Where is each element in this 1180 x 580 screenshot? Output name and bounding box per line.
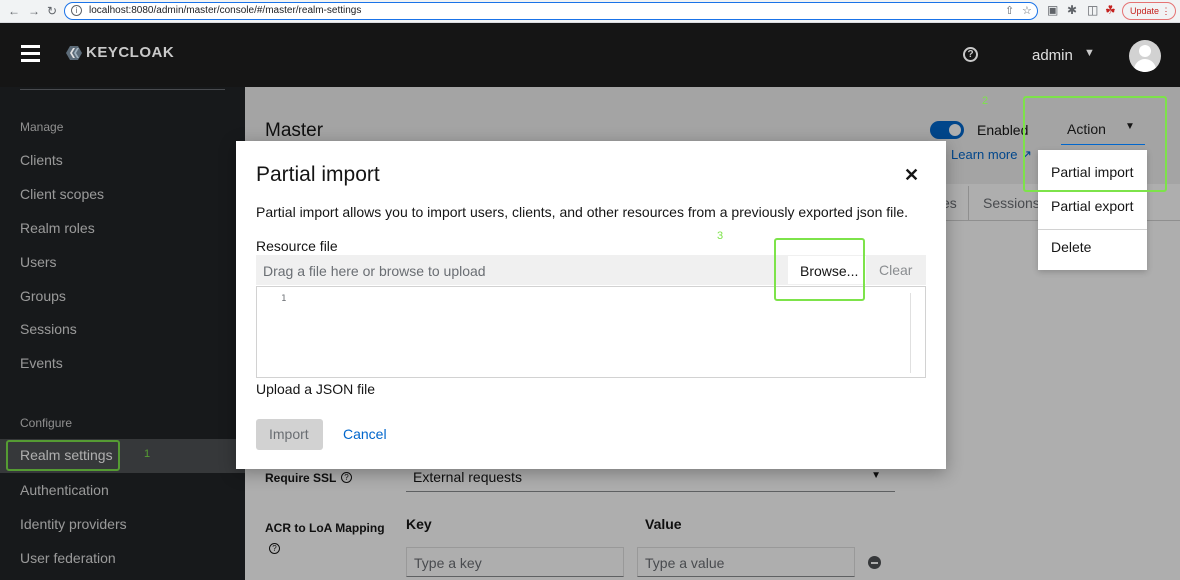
browser-toolbar: ← → ↻ i localhost:8080/admin/master/cons… [0,0,1180,23]
partial-import-modal: Partial import ✕ Partial import allows y… [236,141,946,469]
annotation-highlight-action [1023,96,1167,192]
share-icon[interactable]: ⇧ [1005,4,1014,17]
update-label: Update [1130,6,1160,16]
modal-description: Partial import allows you to import user… [256,204,909,220]
chevron-down-icon[interactable]: ▼ [1084,47,1095,59]
menu-item-partial-export[interactable]: Partial export [1051,198,1133,214]
annotation-2: 2 [982,95,989,107]
clear-button[interactable]: Clear [879,262,912,278]
close-icon[interactable]: ✕ [904,165,919,186]
help-icon[interactable]: ? [963,47,978,62]
import-button[interactable]: Import [256,419,323,450]
bookmark-star-icon[interactable]: ☆ [1022,4,1032,17]
forward-icon[interactable]: → [28,4,40,18]
avatar[interactable] [1129,40,1161,72]
annotation-highlight-browse [774,238,865,301]
browser-update-button[interactable]: Update ⋮ [1122,2,1176,20]
camera-icon[interactable]: ▣ [1047,3,1058,17]
back-icon[interactable]: ← [8,4,20,18]
menu-divider [1038,229,1147,230]
address-url: localhost:8080/admin/master/console/#/ma… [89,5,362,16]
resource-file-label: Resource file [256,238,338,254]
file-upload-placeholder: Drag a file here or browse to upload [263,263,486,279]
menu-item-delete[interactable]: Delete [1051,239,1091,255]
logo-text: KEYCLOAK [86,44,175,61]
editor-scrollbar[interactable] [910,293,911,373]
hamburger-menu-icon[interactable] [21,45,40,66]
cancel-button[interactable]: Cancel [343,426,387,442]
upload-helper-text: Upload a JSON file [256,381,376,397]
profile-extension-icon[interactable]: ☘ [1105,3,1116,17]
app-header: KEYCLOAK ? admin ▼ [0,23,1180,87]
extensions-icon[interactable]: ✱ [1067,3,1077,17]
annotation-3: 3 [717,230,724,242]
line-number: 1 [281,294,287,304]
modal-title: Partial import [256,163,380,186]
keycloak-logo[interactable]: KEYCLOAK [64,44,174,61]
user-menu-name[interactable]: admin [1032,47,1073,64]
site-info-icon[interactable]: i [71,5,82,16]
keycloak-logo-icon [66,45,82,60]
reload-icon[interactable]: ↻ [47,4,57,18]
sidepanel-icon[interactable]: ◫ [1087,3,1098,17]
address-bar[interactable]: i localhost:8080/admin/master/console/#/… [64,2,1038,20]
